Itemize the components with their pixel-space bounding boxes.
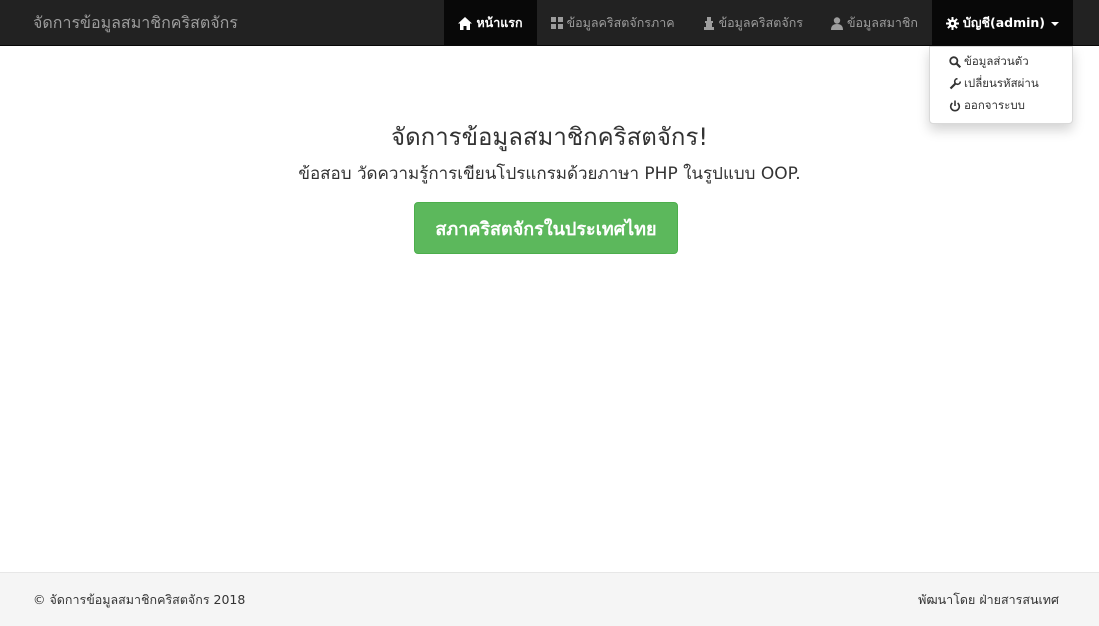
nav-item-label: ข้อมูลคริสตจักร [718, 15, 803, 30]
footer-developer: พัฒนาโดย ฝ่ายสารสนเทศ [918, 592, 1059, 607]
footer-copyright: © จัดการข้อมูลสมาชิกคริสตจักร 2018 [33, 592, 246, 607]
main-nav: หน้าแรก ข้อมูลคริสตจักรภาค ข้อมูลคริสตจั… [444, 0, 1073, 46]
menu-item-label: ข้อมูลส่วนตัว [964, 54, 1029, 68]
user-icon [831, 16, 843, 30]
account-dropdown-toggle[interactable]: บัญชี(admin) [931, 0, 1073, 46]
account-label: บัญชี(admin) [962, 15, 1045, 30]
church-council-button[interactable]: สภาคริสตจักรในประเทศไทย [414, 202, 678, 254]
chess-pawn-icon [703, 16, 715, 30]
hero-section: จัดการข้อมูลสมาชิกคริสตจักร! ข้อสอบ วัดค… [0, 120, 1099, 186]
search-icon [948, 56, 961, 69]
th-large-icon [550, 17, 563, 29]
power-icon [948, 100, 961, 113]
nav-item-members[interactable]: ข้อมูลสมาชิก [817, 0, 932, 46]
menu-item-label: เปลี่ยนรหัสผ่าน [964, 76, 1039, 90]
hero-subtitle: ข้อสอบ วัดความรู้การเขียนโปรแกรมด้วยภาษา… [298, 164, 801, 184]
nav-item-regional-churches[interactable]: ข้อมูลคริสตจักรภาค [537, 0, 689, 46]
brand-link[interactable]: จัดการข้อมูลสมาชิกคริสตจักร [33, 0, 238, 46]
nav-item-churches[interactable]: ข้อมูลคริสตจักร [689, 0, 817, 46]
nav-item-label: ข้อมูลสมาชิก [847, 15, 918, 30]
nav-item-label: ข้อมูลคริสตจักรภาค [566, 15, 675, 30]
top-navbar: จัดการข้อมูลสมาชิกคริสตจักร หน้าแรก ข้อม… [0, 0, 1099, 46]
menu-item-profile[interactable]: ข้อมูลส่วนตัว [930, 51, 1072, 73]
caret-down-icon [1051, 22, 1059, 26]
menu-item-label: ออกจาระบบ [964, 98, 1025, 112]
footer: © จัดการข้อมูลสมาชิกคริสตจักร 2018 พัฒนา… [0, 572, 1099, 626]
hero-title: จัดการข้อมูลสมาชิกคริสตจักร! [391, 123, 708, 151]
menu-item-logout[interactable]: ออกจาระบบ [930, 95, 1072, 117]
wrench-icon [948, 78, 961, 91]
home-icon [458, 16, 473, 30]
gear-icon [945, 16, 959, 30]
nav-item-label: หน้าแรก [476, 15, 523, 30]
menu-item-change-password[interactable]: เปลี่ยนรหัสผ่าน [930, 73, 1072, 95]
account-dropdown-menu: ข้อมูลส่วนตัว เปลี่ยนรหัสผ่าน ออกจาระบบ [929, 46, 1073, 124]
nav-item-home[interactable]: หน้าแรก [444, 0, 537, 46]
